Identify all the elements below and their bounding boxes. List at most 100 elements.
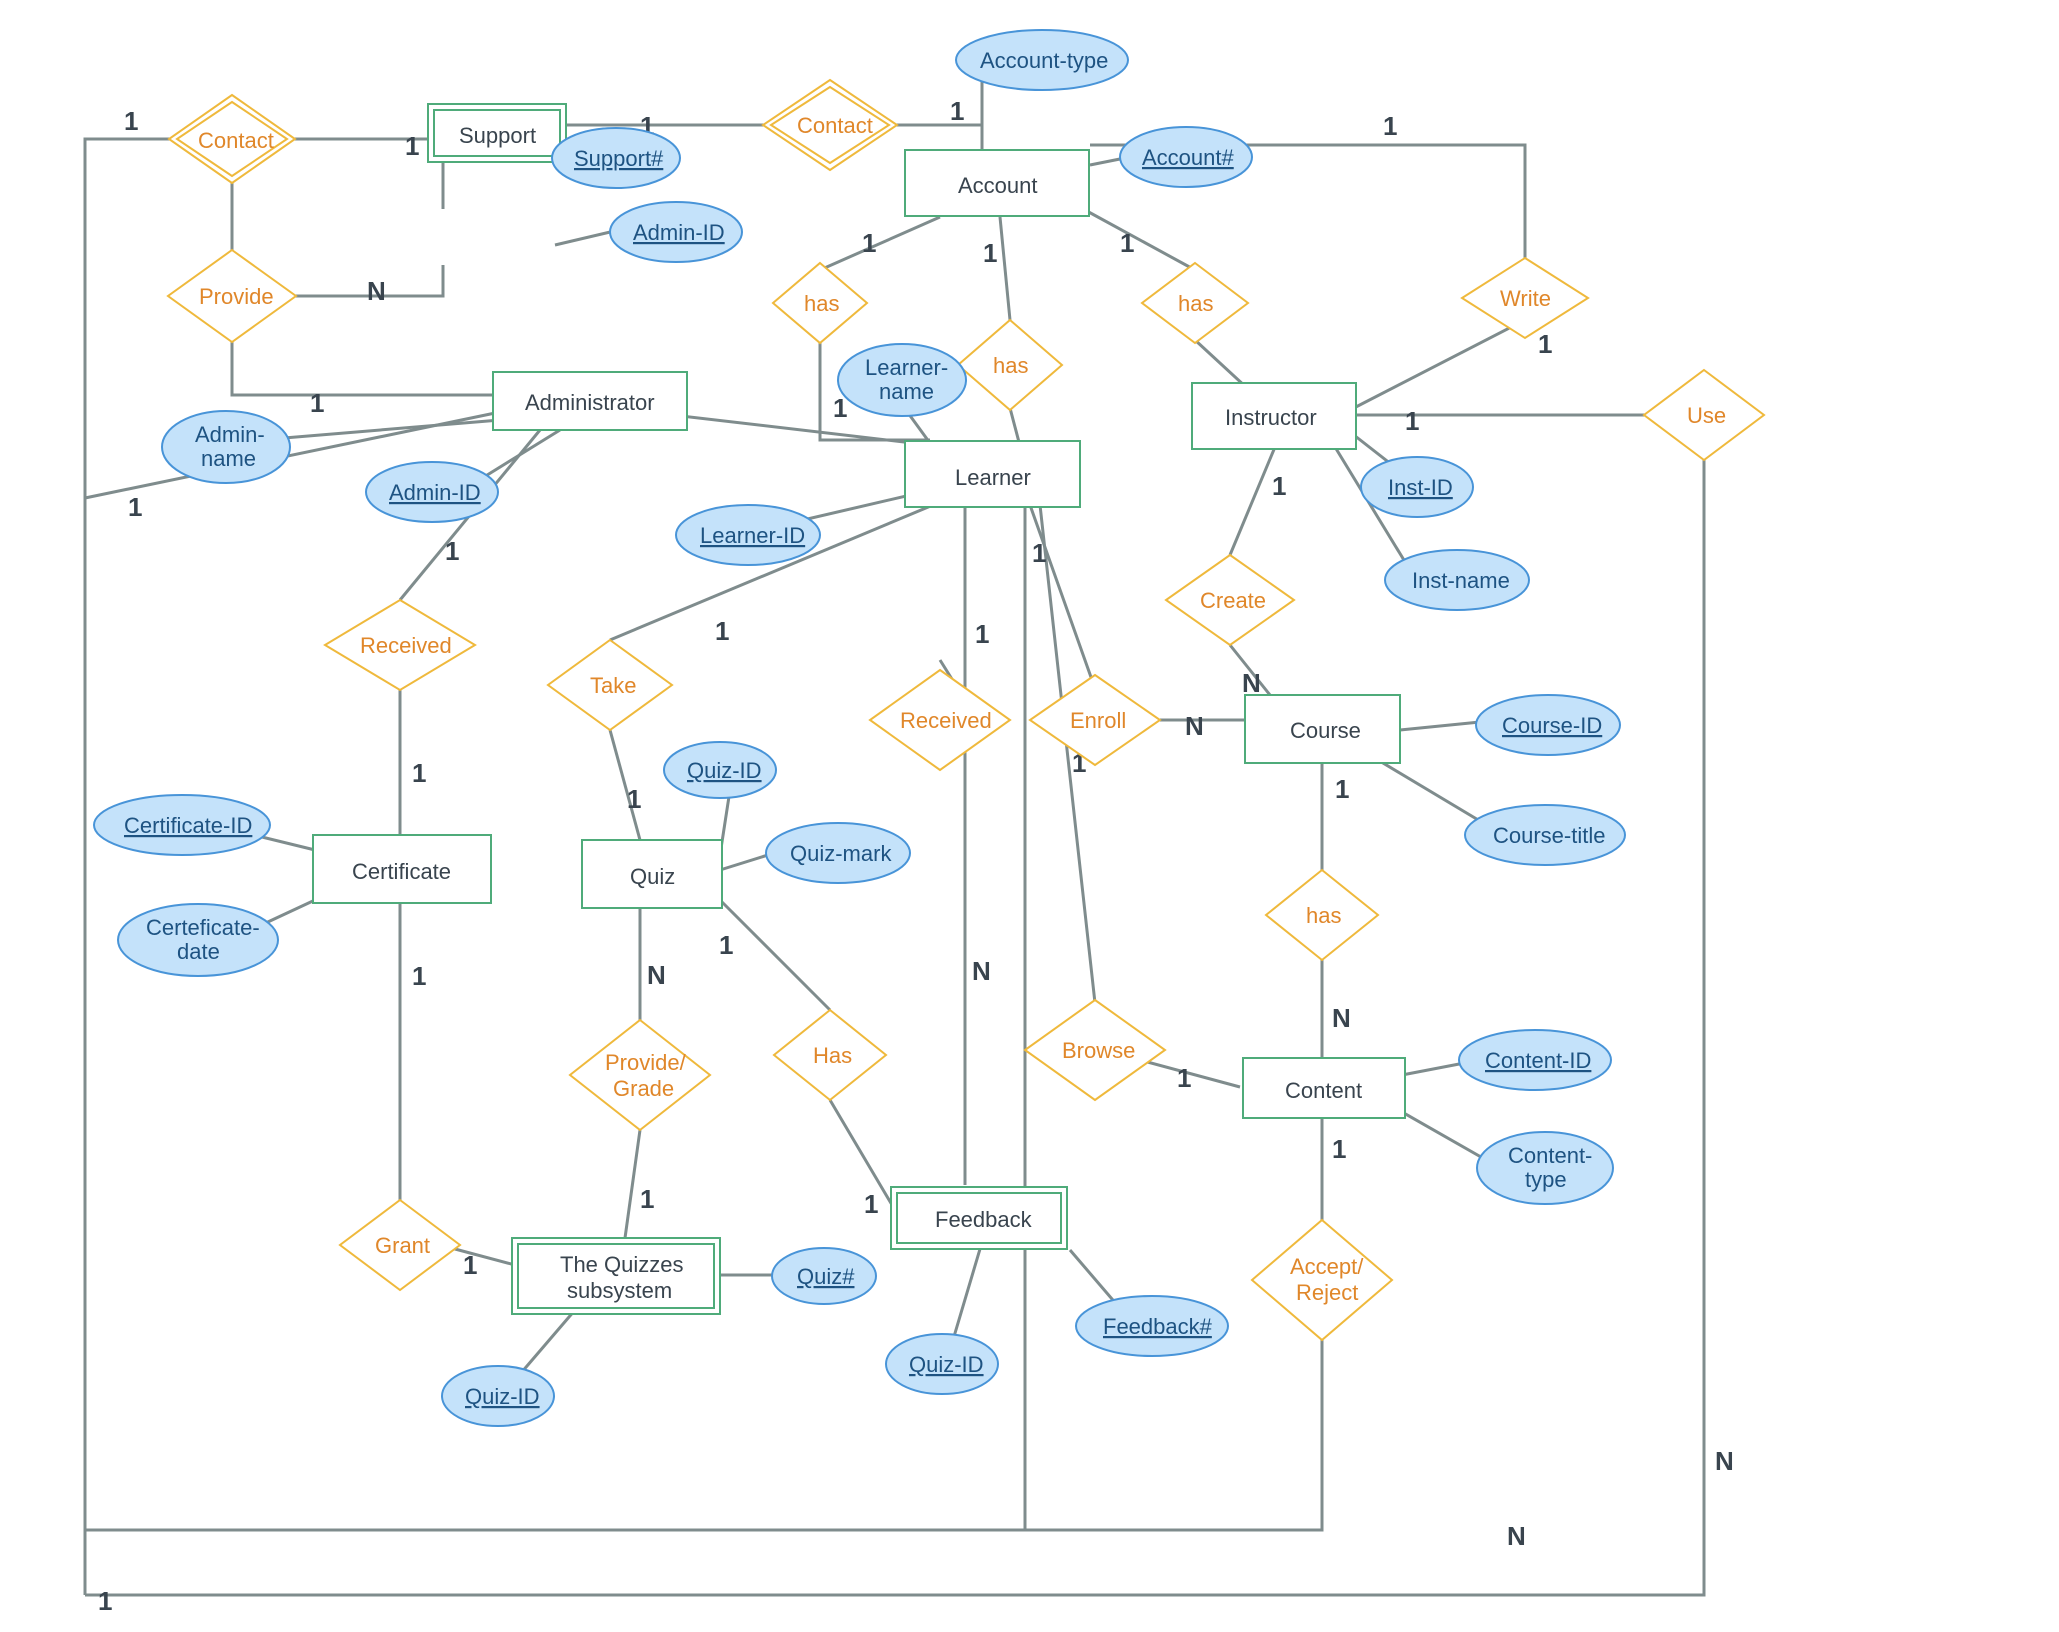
edge [1350, 320, 1525, 410]
svg-text:Use: Use [1687, 403, 1726, 428]
attr-quiz-id: Quiz-ID [664, 742, 776, 798]
card: 1 [405, 131, 419, 161]
card: N [647, 960, 666, 990]
attr-quiz-id2: Quiz-ID [442, 1366, 554, 1426]
svg-text:Content-: Content- [1508, 1143, 1592, 1168]
svg-text:Quiz-ID: Quiz-ID [465, 1384, 540, 1409]
entity-learner: Learner [905, 441, 1080, 507]
attr-feedback-no: Feedback# [1076, 1296, 1228, 1356]
attr-inst-name: Inst-name [1385, 550, 1529, 610]
rel-browse: Browse [1025, 1000, 1165, 1100]
svg-text:has: has [993, 353, 1028, 378]
card: 1 [627, 784, 641, 814]
rel-received-cert: Received [325, 600, 475, 690]
svg-text:Contact: Contact [797, 113, 873, 138]
card: N [1715, 1446, 1734, 1476]
svg-text:Admin-ID: Admin-ID [389, 480, 481, 505]
rel-contact1: Contact [169, 95, 295, 183]
svg-text:Certificate: Certificate [352, 859, 451, 884]
card: 1 [864, 1189, 878, 1219]
attr-certificate-id: Certificate-ID [94, 795, 270, 855]
svg-text:has: has [1178, 291, 1213, 316]
svg-text:Has: Has [813, 1043, 852, 1068]
svg-text:Quiz-mark: Quiz-mark [790, 841, 892, 866]
edge [820, 217, 940, 270]
svg-text:Take: Take [590, 673, 636, 698]
svg-text:name: name [879, 379, 934, 404]
card: 1 [128, 492, 142, 522]
svg-text:Course-title: Course-title [1493, 823, 1605, 848]
attr-admin-id-s: Admin-ID [610, 202, 742, 262]
svg-text:Admin-: Admin- [195, 422, 265, 447]
svg-text:Course: Course [1290, 718, 1361, 743]
card: 1 [715, 616, 729, 646]
rel-has1: has [773, 263, 867, 343]
svg-text:Grade: Grade [613, 1076, 674, 1101]
svg-text:has: has [1306, 903, 1341, 928]
svg-text:type: type [1525, 1167, 1567, 1192]
card: N [972, 956, 991, 986]
edge [232, 340, 500, 395]
card: 1 [412, 961, 426, 991]
edge [1030, 505, 1092, 680]
svg-text:Course-ID: Course-ID [1502, 713, 1602, 738]
entity-administrator: Administrator [493, 372, 687, 430]
svg-text:Browse: Browse [1062, 1038, 1135, 1063]
card: 1 [1405, 406, 1419, 436]
card: N [367, 276, 386, 306]
attr-support-no: Support# [552, 128, 680, 188]
svg-text:Account-type: Account-type [980, 48, 1108, 73]
edge [895, 125, 982, 150]
card: 1 [1332, 1134, 1346, 1164]
card: 1 [412, 758, 426, 788]
attr-course-title: Course-title [1465, 805, 1625, 865]
svg-text:Certeficate-: Certeficate- [146, 915, 260, 940]
rel-received-fb: Received [870, 670, 1010, 770]
svg-text:Learner-ID: Learner-ID [700, 523, 805, 548]
attr-course-id: Course-ID [1476, 695, 1620, 755]
card: 1 [983, 238, 997, 268]
svg-text:Content-ID: Content-ID [1485, 1048, 1591, 1073]
svg-text:Provide: Provide [199, 284, 274, 309]
entity-account: Account [905, 150, 1089, 216]
card: 1 [1335, 774, 1349, 804]
attr-quiz-no: Quiz# [772, 1248, 876, 1304]
svg-text:Feedback: Feedback [935, 1207, 1033, 1232]
edge [1230, 447, 1275, 555]
svg-text:Grant: Grant [375, 1233, 430, 1258]
svg-text:Contact: Contact [198, 128, 274, 153]
card: 1 [1032, 538, 1046, 568]
rel-use: Use [1644, 370, 1764, 460]
edge [85, 1500, 1704, 1595]
edge [85, 1340, 1322, 1595]
attr-content-type: Content- type [1477, 1132, 1613, 1204]
svg-text:date: date [177, 939, 220, 964]
attr-learner-name: Learner- name [838, 344, 966, 416]
entity-feedback: Feedback [891, 1187, 1067, 1249]
card: 1 [310, 388, 324, 418]
attr-content-id: Content-ID [1459, 1030, 1611, 1090]
rel-contact2: Contact [763, 80, 897, 170]
attr-account-type: Account-type [956, 30, 1128, 90]
rel-write: Write [1462, 258, 1588, 338]
svg-text:Reject: Reject [1296, 1280, 1358, 1305]
svg-text:Quiz-ID: Quiz-ID [909, 1352, 984, 1377]
card: N [1242, 668, 1261, 698]
card: 1 [975, 619, 989, 649]
svg-text:Enroll: Enroll [1070, 708, 1126, 733]
card: 1 [1120, 228, 1134, 258]
entity-quizzes-subsystem: The Quizzes subsystem [512, 1238, 720, 1314]
svg-text:Account#: Account# [1142, 145, 1234, 170]
attr-certificate-date: Certeficate- date [118, 904, 278, 976]
svg-text:Quiz-ID: Quiz-ID [687, 758, 762, 783]
svg-text:Inst-ID: Inst-ID [1388, 475, 1453, 500]
card: 1 [98, 1586, 112, 1616]
svg-text:Support: Support [459, 123, 536, 148]
card: 1 [950, 96, 964, 126]
svg-text:Provide/: Provide/ [605, 1050, 687, 1075]
card: 1 [445, 536, 459, 566]
svg-text:Quiz: Quiz [630, 864, 675, 889]
svg-text:Support#: Support# [574, 146, 664, 171]
rel-has3: has [1142, 263, 1248, 343]
rel-grant: Grant [340, 1200, 460, 1290]
